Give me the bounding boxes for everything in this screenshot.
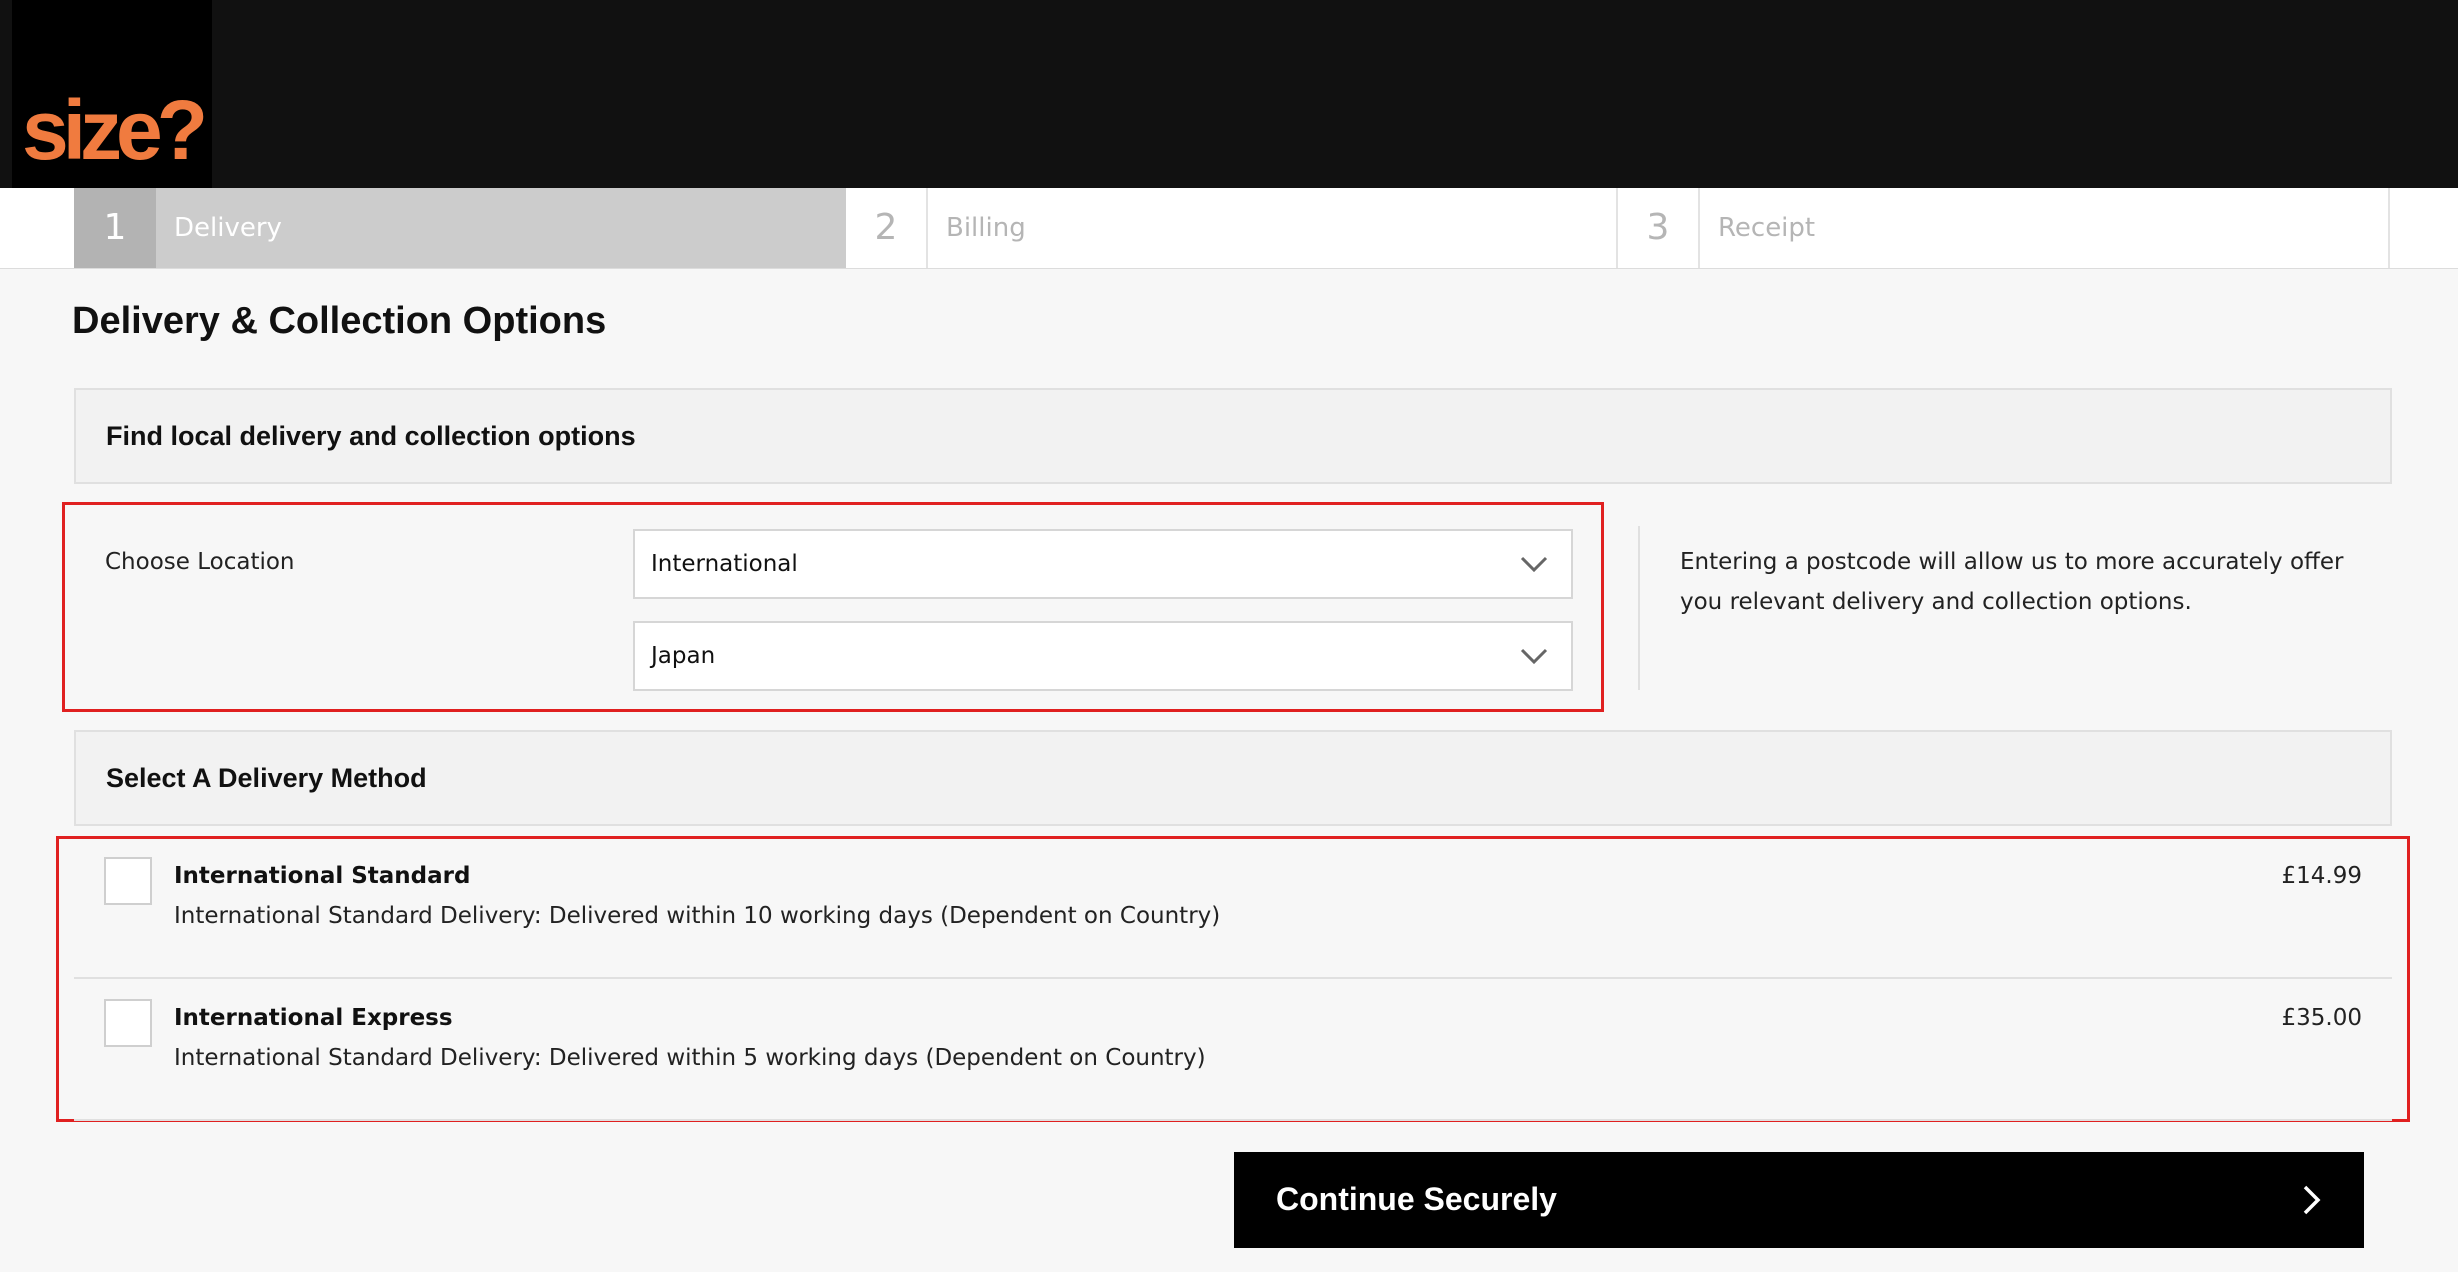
step-billing: 2 Billing — [846, 188, 1618, 268]
site-logo[interactable]: size? — [12, 0, 212, 188]
choose-location-label: Choose Location — [105, 549, 295, 575]
country-select[interactable]: Japan — [633, 621, 1573, 691]
delivery-method-international-standard[interactable]: International Standard International Sta… — [74, 839, 2392, 979]
country-select-value: Japan — [651, 643, 716, 669]
step-label: Billing — [946, 213, 1026, 243]
method-checkbox[interactable] — [104, 999, 152, 1047]
delivery-method-international-express[interactable]: International Express International Stan… — [74, 981, 2392, 1121]
method-description: International Standard Delivery: Deliver… — [174, 903, 1221, 929]
step-delivery: 1 Delivery — [74, 188, 846, 268]
vertical-divider — [1638, 526, 1640, 690]
method-checkbox[interactable] — [104, 857, 152, 905]
step-receipt: 3 Receipt — [1618, 188, 2390, 268]
step-number: 1 — [74, 188, 156, 268]
checkout-steps: 1 Delivery 2 Billing 3 Receipt — [0, 188, 2458, 269]
location-section-header: Find local delivery and collection optio… — [74, 388, 2392, 484]
method-description: International Standard Delivery: Deliver… — [174, 1045, 1206, 1071]
step-label: Delivery — [174, 213, 282, 243]
delivery-methods-list: International Standard International Sta… — [56, 836, 2410, 1122]
continue-securely-button[interactable]: Continue Securely — [1234, 1152, 2364, 1248]
postcode-info-text: Entering a postcode will allow us to mor… — [1680, 549, 2344, 615]
chevron-down-icon — [1520, 556, 1548, 573]
delivery-section-title: Select A Delivery Method — [106, 763, 427, 793]
location-chooser: Choose Location International Japan — [62, 502, 1604, 712]
method-price: £35.00 — [2281, 1005, 2362, 1031]
method-name: International Express — [174, 1005, 453, 1031]
logo-text: size? — [22, 83, 208, 177]
chevron-right-icon — [2303, 1185, 2321, 1215]
step-label: Receipt — [1718, 213, 1816, 243]
region-select[interactable]: International — [633, 529, 1573, 599]
page-title: Delivery & Collection Options — [72, 300, 607, 342]
step-number: 2 — [846, 188, 928, 268]
location-section-title: Find local delivery and collection optio… — [106, 421, 636, 451]
region-select-value: International — [651, 551, 798, 577]
method-price: £14.99 — [2281, 863, 2362, 889]
continue-button-label: Continue Securely — [1276, 1181, 1557, 1217]
site-header: size? — [0, 0, 2458, 188]
step-number: 3 — [1618, 188, 1700, 268]
delivery-section-header: Select A Delivery Method — [74, 730, 2392, 826]
method-name: International Standard — [174, 863, 471, 889]
chevron-down-icon — [1520, 648, 1548, 665]
